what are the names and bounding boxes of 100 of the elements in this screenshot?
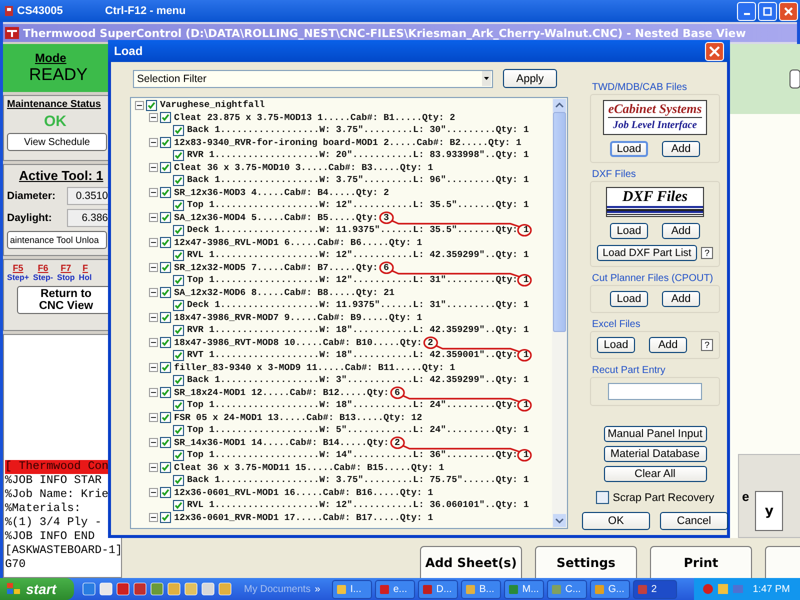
checkbox[interactable] [173,450,184,461]
checkbox[interactable] [173,224,184,236]
tree-item[interactable]: Top 1...................W: 18"...........L: 24".........Qty: 1 [187,399,529,412]
checkbox[interactable] [160,487,171,498]
taskbar-button[interactable]: G... [590,580,630,598]
tree-item[interactable]: RVL 1...................W: 12"...........L: 42.359299"..Qty: 1 [187,249,529,262]
scrollbar[interactable] [552,98,567,528]
tree-item[interactable]: FSR 05 x 24-MOD1 13.....Cab#: B13.....Qty: 12 [174,412,422,424]
taskbar-button[interactable]: 2 [633,580,678,598]
function-key[interactable]: F Hol [78,263,92,282]
expander-icon[interactable] [149,238,158,248]
expander-icon[interactable] [149,313,158,322]
tree-item[interactable]: Varughese_nightfall [160,99,265,112]
toolbar-button[interactable]: Print [650,546,752,578]
tree-item[interactable]: SA_12x36-MOD4 5.....Cab#: B5.....Qty: 3 [174,212,390,224]
checkbox[interactable] [160,287,171,298]
expander-icon[interactable] [149,213,158,222]
expander-icon[interactable] [149,438,158,448]
checkbox[interactable] [173,250,184,261]
tree-item[interactable]: RVT 1...................W: 18"...........L: 42.359001"..Qty: 1 [187,349,529,362]
checkbox[interactable] [160,162,171,174]
tree-item[interactable]: RVR 1...................W: 18"...........L: 42.359299"..Qty: 1 [187,324,529,336]
checkbox[interactable] [160,137,171,148]
action-button[interactable]: Clear All [604,466,706,482]
file-button[interactable]: Add [662,223,700,239]
toolbar-chevron[interactable]: » [314,584,320,594]
taskbar-button[interactable]: M... [504,580,544,598]
close-button[interactable] [705,42,724,60]
checkbox[interactable] [160,462,171,474]
tree-item[interactable]: Back 1..................W: 3.75".........L: 75.75"......Qty: 1 [187,474,529,486]
toolbar-button[interactable]: Add Sheet(s) [420,546,522,578]
checkbox[interactable] [173,374,184,386]
checkbox[interactable] [146,100,157,111]
tree-item[interactable]: RVL 1...................W: 12"...........L: 36.060101"..Qty: 1 [187,499,529,512]
taskbar-button[interactable]: e... [375,580,416,598]
expander-icon[interactable] [149,288,158,298]
quick-launch-icon[interactable] [99,582,113,596]
expander-icon[interactable] [149,138,158,148]
file-button[interactable]: Load [610,141,648,157]
checkbox[interactable] [173,274,184,286]
quick-launch-icon[interactable] [116,582,130,596]
checkbox[interactable] [160,512,171,524]
maximize-button[interactable] [758,2,777,20]
expander-icon[interactable] [149,513,158,522]
expander-icon[interactable] [149,163,158,172]
tree-item[interactable]: SA_12x32-MOD6 8.....Cab#: B8.....Qty: 21 [174,286,395,299]
expander-icon[interactable] [135,100,144,110]
file-button[interactable]: Load [610,291,648,307]
taskbar-button[interactable]: I... [332,580,372,598]
tree-item[interactable]: 12x36-0601_RVL-MOD1 16.....Cab#: B16.....Qty: 1 [174,486,434,499]
checkbox[interactable] [160,437,171,448]
ok-button[interactable]: OK [582,512,650,530]
tree-item[interactable]: Back 1..................W: 3.75".........L: 30".........Qty: 1 [187,124,529,136]
checkbox[interactable] [160,212,171,224]
quick-launch-icon[interactable] [167,582,181,596]
action-button[interactable]: Manual Panel Input [604,426,706,442]
checkbox[interactable] [173,424,184,436]
tree-item[interactable]: RVR 1...................W: 20"...........L: 83.933998"..Qty: 1 [187,149,529,162]
checkbox[interactable] [173,500,184,511]
checkbox[interactable] [173,474,184,486]
view-schedule-button[interactable]: View Schedule [7,133,107,151]
tree-item[interactable]: Back 1..................W: 3"............L: 42.359299"..Qty: 1 [187,374,529,386]
tree-item[interactable]: Cleat 36 x 3.75-MOD10 3.....Cab#: B3.....Qty: 1 [174,162,434,174]
tree-item[interactable]: SR_12x32-MOD5 7.....Cab#: B7.....Qty: 6 [174,262,390,274]
checkbox[interactable] [173,150,184,161]
checkbox[interactable] [160,337,171,348]
quick-launch-icon[interactable] [218,582,232,596]
tree-item[interactable]: SR_18x24-MOD1 12.....Cab#: B12.....Qty: 6 [174,386,400,399]
tree-item[interactable]: Cleat 36 x 3.75-MOD11 15.....Cab#: B15.....Qty: 1 [174,462,444,474]
scroll-down-icon[interactable] [553,514,566,527]
function-key[interactable]: F6 Step- [33,263,54,282]
quick-launch-icon[interactable] [184,582,198,596]
tree-item[interactable]: SR_14x36-MOD1 14.....Cab#: B14.....Qty: 2 [174,436,400,449]
tree-item[interactable]: Top 1...................W: 14"...........L: 36".........Qty: 1 [187,449,529,462]
taskbar-button[interactable]: D... [418,580,458,598]
tree-item[interactable]: 18x47-3986_RVT-MOD8 10.....Cab#: B10.....Qty: 2 [174,336,434,349]
checkbox[interactable] [160,112,171,124]
expander-icon[interactable] [149,113,158,122]
help-button[interactable]: ? [701,247,713,259]
checkbox[interactable] [160,362,171,374]
tree-item[interactable]: Deck 1..................W: 11.9375"......L: 31".........Qty: 1 [187,299,529,312]
file-button[interactable]: Add [662,141,700,157]
side-button[interactable]: y [755,491,784,531]
close-button[interactable] [779,2,798,20]
checkbox[interactable] [160,312,171,324]
checkbox[interactable] [160,237,171,248]
quick-launch-icon[interactable] [82,582,96,596]
cancel-button[interactable]: Cancel [660,512,728,530]
quick-launch-icon[interactable] [150,582,164,596]
scroll-thumb[interactable] [553,112,566,332]
expander-icon[interactable] [149,388,158,398]
checkbox[interactable] [160,387,171,398]
checkbox[interactable] [173,124,184,136]
file-button[interactable]: Load [597,337,635,353]
apply-button[interactable]: Apply [503,69,557,88]
tree-item[interactable]: 12x83-9340_RVR-for-ironing board-MOD1 2.....Cab#: B2.....Qty: 1 [174,136,522,149]
recut-input[interactable] [608,383,702,400]
tree-item[interactable]: Deck 1..................W: 11.9375"......L: 35.5".......Qty: 1 [187,224,529,236]
expander-icon[interactable] [149,188,158,198]
scroll-up-icon[interactable] [553,99,566,112]
